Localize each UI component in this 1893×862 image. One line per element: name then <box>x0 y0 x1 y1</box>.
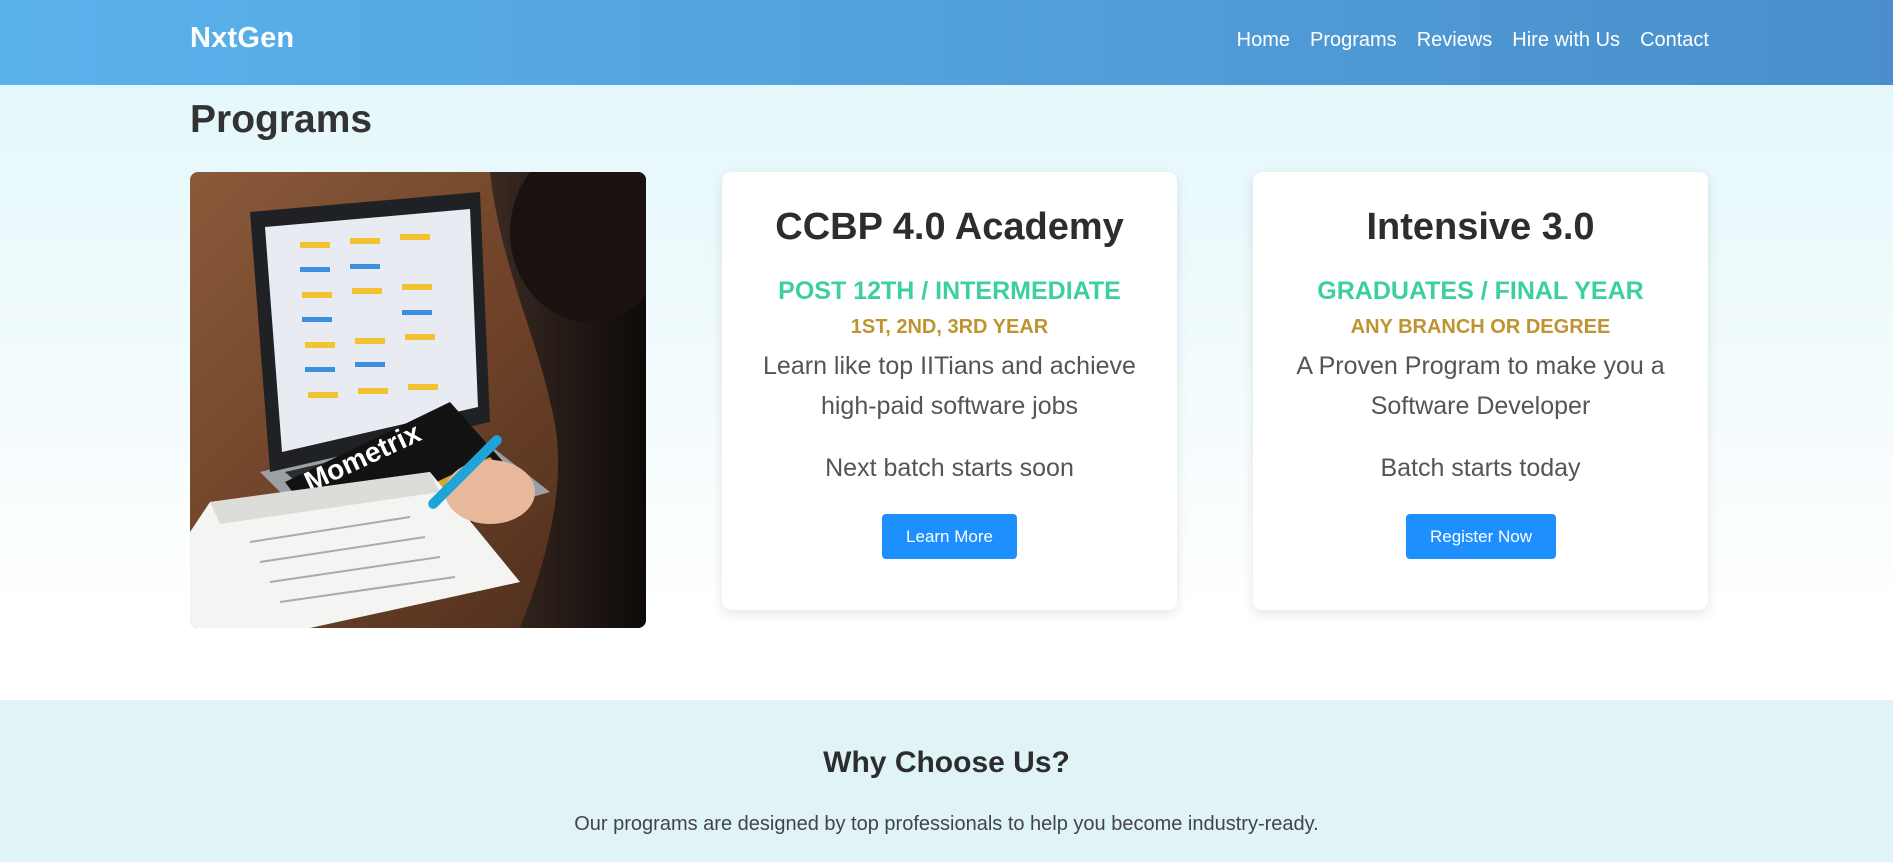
nav-home-link[interactable]: Home <box>1237 29 1290 52</box>
card-title: CCBP 4.0 Academy <box>775 206 1124 248</box>
card-audience: GRADUATES / FINAL YEAR <box>1317 277 1644 305</box>
register-now-button[interactable]: Register Now <box>1406 514 1556 559</box>
nav-hire-link[interactable]: Hire with Us <box>1512 29 1620 52</box>
learn-more-button[interactable]: Learn More <box>882 514 1017 559</box>
card-batch-info: Next batch starts soon <box>825 454 1074 482</box>
card-description: A Proven Program to make you a Software … <box>1296 352 1665 420</box>
programs-heading: Programs <box>190 98 373 141</box>
why-heading: Why Choose Us? <box>823 746 1070 779</box>
card-batch-info: Batch starts today <box>1380 454 1581 482</box>
card-audience: POST 12TH / INTERMEDIATE <box>778 277 1121 305</box>
main-nav: Home Programs Reviews Hire with Us Conta… <box>1237 29 1709 52</box>
card-title: Intensive 3.0 <box>1366 206 1595 248</box>
nav-contact-link[interactable]: Contact <box>1640 29 1709 52</box>
card-description: Learn like top IITians and achieve high-… <box>763 352 1136 420</box>
nav-reviews-link[interactable]: Reviews <box>1417 29 1493 52</box>
brand-logo[interactable]: NxtGen <box>190 22 294 55</box>
why-choose-section: Why Choose Us? Our programs are designed… <box>0 700 1893 862</box>
card-year: 1ST, 2ND, 3RD YEAR <box>850 316 1049 338</box>
program-card-ccbp: CCBP 4.0 Academy POST 12TH / INTERMEDIAT… <box>722 172 1177 610</box>
card-year: ANY BRANCH OR DEGREE <box>1350 316 1611 338</box>
why-description: Our programs are designed by top profess… <box>574 813 1319 835</box>
programs-photo: Mometrix <box>190 172 646 628</box>
program-card-intensive: Intensive 3.0 GRADUATES / FINAL YEAR ANY… <box>1253 172 1708 610</box>
top-navbar: NxtGen Home Programs Reviews Hire with U… <box>0 0 1893 85</box>
nav-programs-link[interactable]: Programs <box>1310 29 1397 52</box>
